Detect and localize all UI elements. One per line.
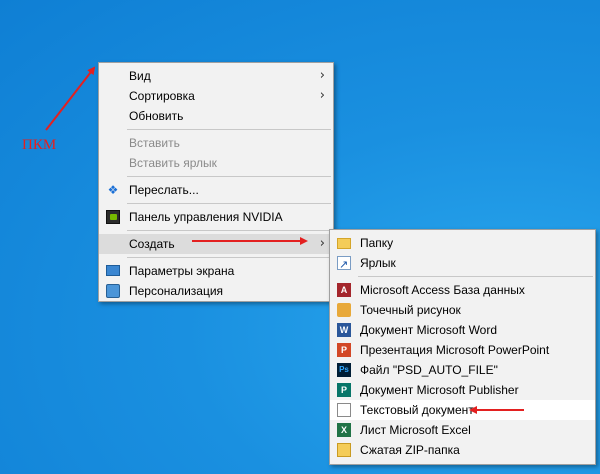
submenu-item-psd[interactable]: Ps Файл "PSD_AUTO_FILE"	[330, 360, 595, 380]
menu-item-create[interactable]: Создать ›	[99, 234, 333, 254]
submenu-item-text-document[interactable]: Текстовый документ	[330, 400, 595, 420]
desktop-context-menu: Вид › Сортировка › Обновить Вставить Вст…	[98, 62, 334, 302]
publisher-icon: P	[337, 383, 351, 397]
submenu-item-zip[interactable]: Сжатая ZIP-папка	[330, 440, 595, 460]
menu-separator	[127, 129, 331, 130]
annotation-label: ПКМ	[22, 137, 57, 153]
menu-item-nvidia-panel[interactable]: Панель управления NVIDIA	[99, 207, 333, 227]
menu-item-paste: Вставить	[129, 136, 180, 150]
excel-icon: X	[337, 423, 351, 437]
menu-item-paste-shortcut: Вставить ярлык	[129, 156, 217, 170]
display-settings-icon	[106, 265, 120, 276]
arrow-to-cursor	[45, 66, 96, 131]
menu-item-view[interactable]: Вид ›	[99, 66, 333, 86]
word-icon: W	[337, 323, 351, 337]
chevron-right-icon: ›	[319, 236, 325, 251]
menu-item-personalization[interactable]: Персонализация	[99, 281, 333, 301]
submenu-item-shortcut[interactable]: Ярлык	[330, 253, 595, 275]
chevron-right-icon: ›	[319, 88, 325, 103]
photoshop-icon: Ps	[337, 363, 351, 377]
menu-separator	[127, 176, 331, 177]
menu-separator	[358, 276, 593, 277]
menu-item-refresh[interactable]: Обновить	[99, 106, 333, 126]
zip-folder-icon	[337, 443, 351, 457]
text-document-icon	[337, 403, 351, 417]
menu-item-sort[interactable]: Сортировка ›	[99, 86, 333, 106]
menu-separator	[127, 257, 331, 258]
shortcut-icon	[337, 255, 351, 275]
submenu-item-excel[interactable]: X Лист Microsoft Excel	[330, 420, 595, 440]
submenu-item-word[interactable]: W Документ Microsoft Word	[330, 320, 595, 340]
bitmap-icon	[337, 303, 351, 317]
submenu-item-bitmap[interactable]: Точечный рисунок	[330, 300, 595, 320]
create-submenu: Папку Ярлык A Microsoft Access База данн…	[329, 229, 596, 465]
chevron-right-icon: ›	[319, 68, 325, 83]
menu-separator	[127, 203, 331, 204]
menu-item-display-settings[interactable]: Параметры экрана	[99, 261, 333, 281]
personalization-icon	[106, 284, 120, 298]
submenu-item-folder[interactable]: Папку	[330, 233, 595, 253]
powerpoint-icon: P	[337, 343, 351, 357]
access-icon: A	[337, 283, 351, 297]
menu-item-send-dropbox[interactable]: ❖ Переслать...	[99, 180, 333, 200]
submenu-item-publisher[interactable]: P Документ Microsoft Publisher	[330, 380, 595, 400]
dropbox-icon: ❖	[107, 183, 119, 197]
submenu-item-access[interactable]: A Microsoft Access База данных	[330, 280, 595, 300]
submenu-item-powerpoint[interactable]: P Презентация Microsoft PowerPoint	[330, 340, 595, 360]
nvidia-icon	[106, 210, 120, 224]
menu-separator	[127, 230, 331, 231]
folder-icon	[337, 238, 351, 249]
